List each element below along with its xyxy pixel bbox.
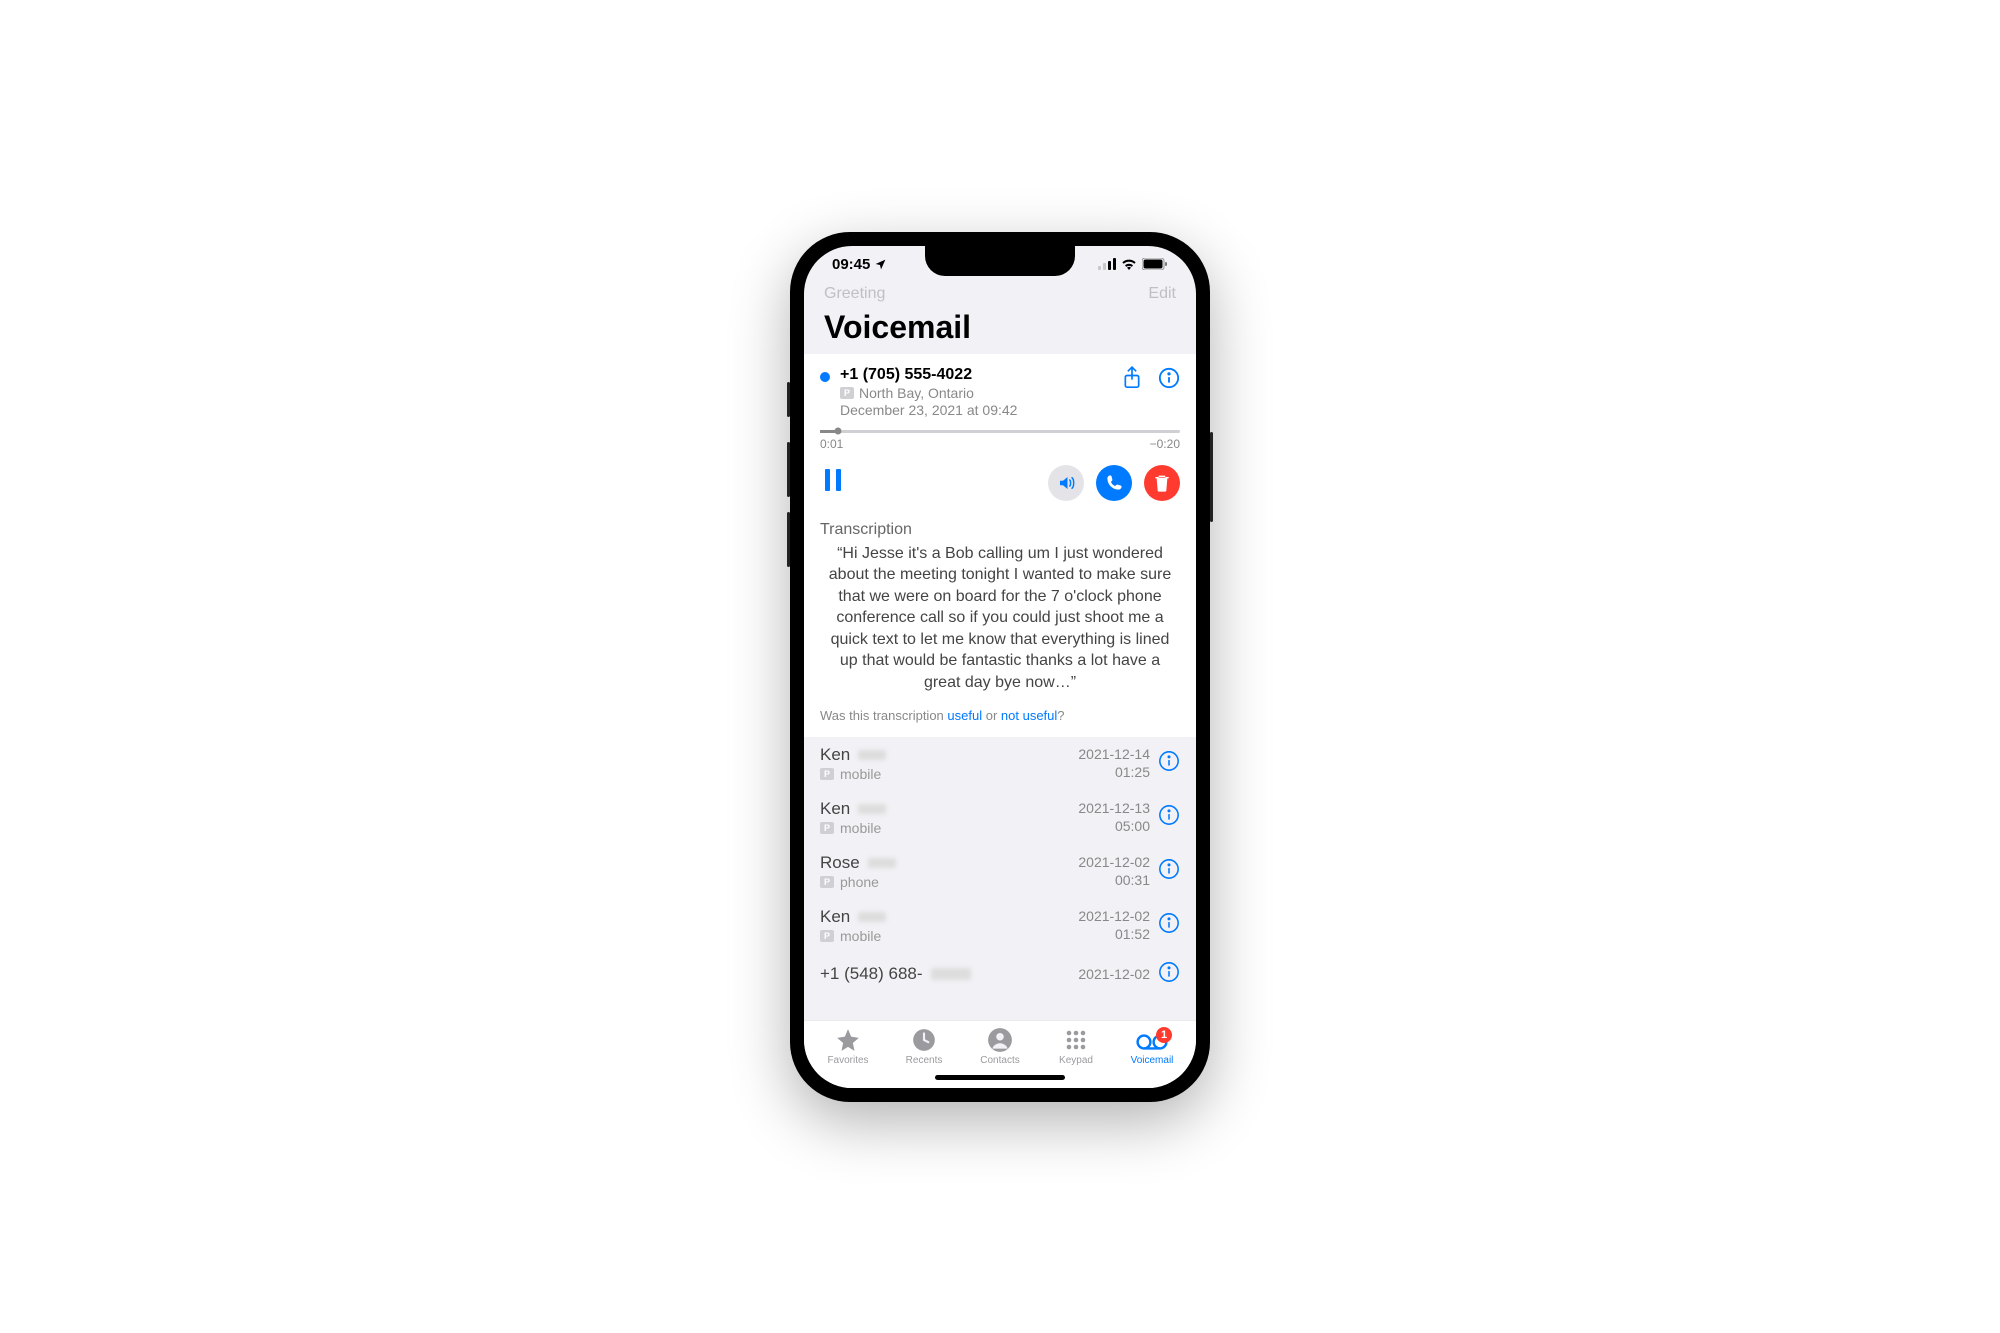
transcription-feedback: Was this transcription useful or not use… [820, 708, 1180, 723]
page-title: Voicemail [804, 307, 1196, 354]
notch [925, 246, 1075, 276]
voicemail-list[interactable]: Ken Pmobile 2021-12-1401:25 Ken Pmobile … [804, 737, 1196, 1020]
home-indicator[interactable] [935, 1075, 1065, 1080]
call-back-button[interactable] [1096, 465, 1132, 501]
status-time: 09:45 [832, 256, 870, 273]
content-area: +1 (705) 555-4022 P North Bay, Ontario D… [804, 354, 1196, 1020]
power-button[interactable] [1210, 432, 1213, 522]
info-icon [1158, 750, 1180, 772]
tab-favorites[interactable]: Favorites [818, 1027, 878, 1066]
nav-bar: Greeting Edit [804, 277, 1196, 307]
edit-button[interactable]: Edit [1148, 285, 1176, 303]
info-icon [1158, 367, 1180, 389]
volume-down-button[interactable] [787, 512, 790, 567]
battery-icon [1142, 258, 1168, 270]
row-info-button[interactable] [1158, 750, 1180, 777]
wifi-icon [1121, 258, 1137, 270]
p-badge-icon: P [820, 876, 834, 888]
voicemail-row[interactable]: Ken Pmobile 2021-12-0201:52 [804, 899, 1196, 953]
caller-location: North Bay, Ontario [859, 385, 974, 401]
info-button[interactable] [1158, 367, 1180, 394]
remaining-time: −0:20 [1150, 437, 1180, 451]
tab-label: Contacts [980, 1055, 1019, 1066]
mute-switch[interactable] [787, 382, 790, 417]
voicemail-detail: +1 (705) 555-4022 P North Bay, Ontario D… [804, 354, 1196, 737]
keypad-icon [1064, 1029, 1088, 1053]
share-button[interactable] [1122, 366, 1142, 395]
cell-signal-icon [1098, 258, 1116, 270]
info-icon [1158, 804, 1180, 826]
redacted [858, 912, 886, 922]
tab-recents[interactable]: Recents [894, 1027, 954, 1066]
row-info-button[interactable] [1158, 804, 1180, 831]
trash-icon [1154, 474, 1170, 492]
voicemail-date: December 23, 2021 at 09:42 [840, 402, 1112, 418]
caller-number: +1 (705) 555-4022 [840, 366, 1112, 384]
voicemail-row[interactable]: Ken Pmobile 2021-12-1305:00 [804, 791, 1196, 845]
p-badge-icon: P [820, 930, 834, 942]
transcription-label: Transcription [820, 521, 1180, 539]
p-badge-icon: P [820, 768, 834, 780]
tab-label: Favorites [827, 1055, 868, 1066]
phone-frame: 09:45 Greeting Edit Voicemail +1 (70 [790, 232, 1210, 1102]
transcription-body: “Hi Jesse it's a Bob calling um I just w… [820, 543, 1180, 694]
row-info-button[interactable] [1158, 858, 1180, 885]
voicemail-row[interactable]: Ken Pmobile 2021-12-1401:25 [804, 737, 1196, 791]
voicemail-row[interactable]: +1 (548) 688- 2021-12-02 [804, 953, 1196, 997]
person-icon [987, 1027, 1013, 1053]
speaker-icon [1057, 474, 1075, 492]
tab-keypad[interactable]: Keypad [1046, 1029, 1106, 1066]
info-icon [1158, 961, 1180, 983]
delete-button[interactable] [1144, 465, 1180, 501]
unread-indicator [820, 372, 830, 382]
pause-icon [824, 469, 842, 491]
elapsed-time: 0:01 [820, 437, 843, 451]
not-useful-link[interactable]: not useful [1001, 708, 1057, 723]
tab-label: Voicemail [1131, 1055, 1174, 1066]
phone-icon [1106, 474, 1123, 491]
redacted [858, 750, 886, 760]
redacted [931, 968, 971, 980]
tab-label: Keypad [1059, 1055, 1093, 1066]
p-badge-icon: P [820, 822, 834, 834]
share-icon [1122, 366, 1142, 390]
info-icon [1158, 858, 1180, 880]
info-icon [1158, 912, 1180, 934]
useful-link[interactable]: useful [947, 708, 982, 723]
tab-voicemail[interactable]: 1 Voicemail [1122, 1031, 1182, 1066]
row-info-button[interactable] [1158, 961, 1180, 988]
phone-screen: 09:45 Greeting Edit Voicemail +1 (70 [804, 246, 1196, 1088]
p-badge-icon: P [840, 387, 854, 399]
star-icon [835, 1027, 861, 1053]
greeting-button[interactable]: Greeting [824, 285, 885, 303]
clock-icon [911, 1027, 937, 1053]
redacted [868, 858, 896, 868]
speaker-button[interactable] [1048, 465, 1084, 501]
location-arrow-icon [874, 258, 887, 271]
voicemail-row[interactable]: Rose Pphone 2021-12-0200:31 [804, 845, 1196, 899]
redacted [858, 804, 886, 814]
row-info-button[interactable] [1158, 912, 1180, 939]
badge: 1 [1156, 1027, 1172, 1043]
pause-button[interactable] [824, 469, 842, 496]
volume-up-button[interactable] [787, 442, 790, 497]
playback-scrubber[interactable]: 0:01 −0:20 [820, 430, 1180, 451]
tab-label: Recents [906, 1055, 943, 1066]
tab-contacts[interactable]: Contacts [970, 1027, 1030, 1066]
